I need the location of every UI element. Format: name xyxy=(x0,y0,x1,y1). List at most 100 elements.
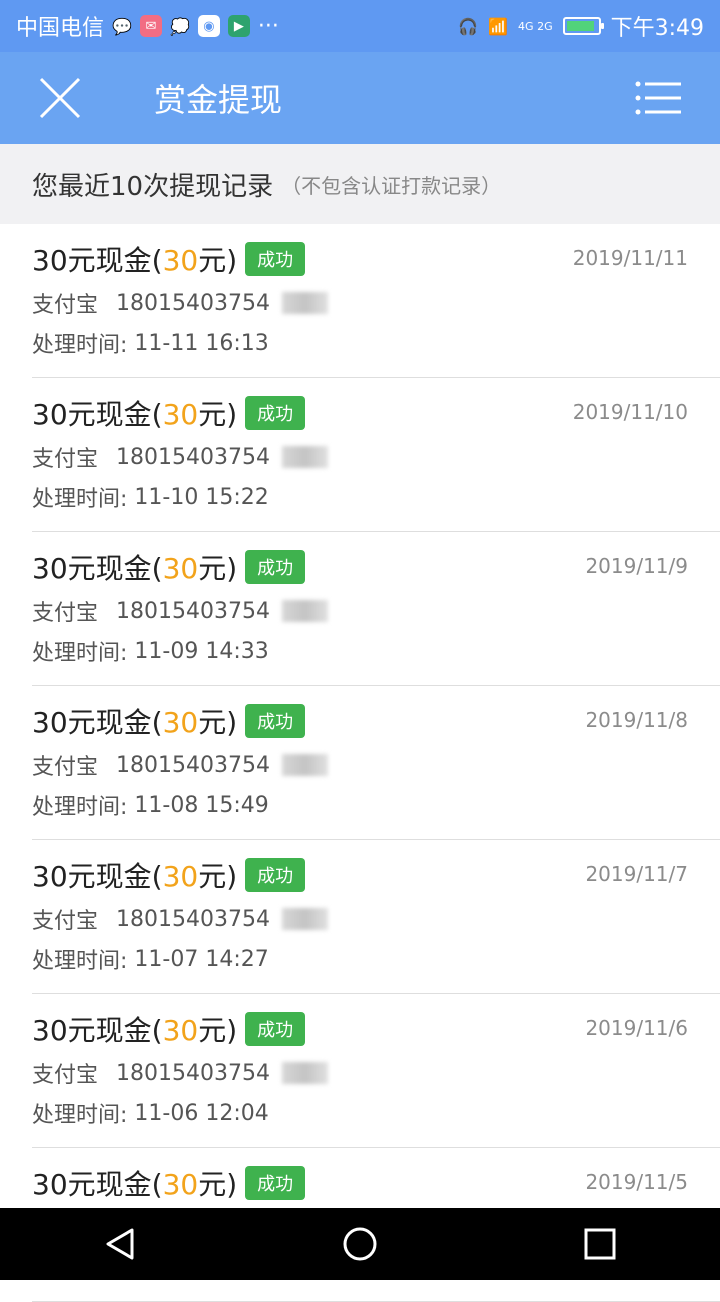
status-badge: 成功 xyxy=(245,550,306,584)
amount-paren: ( xyxy=(151,552,163,585)
battery-icon xyxy=(562,17,604,35)
amount-value: 30 xyxy=(162,1014,199,1047)
withdraw-record[interactable]: 30元现金(30元) 成功 2019/11/11 支付宝 18015403754… xyxy=(0,224,720,378)
record-amount: 30元现金(30元) xyxy=(32,855,237,895)
payment-method: 支付宝 xyxy=(32,1063,99,1088)
nav-back-icon xyxy=(106,1228,134,1260)
withdraw-record[interactable]: 30元现金(30元) 成功 2019/11/9 支付宝 18015403754 … xyxy=(0,532,720,686)
record-date: 2019/11/11 xyxy=(572,246,688,270)
redacted-name xyxy=(281,446,328,468)
record-time-row: 处理时间: 11-07 14:27 xyxy=(32,944,720,975)
amount-paren: ( xyxy=(151,398,163,431)
account-number: 18015403754 xyxy=(116,752,270,778)
carrier-name: 中国电信 xyxy=(16,16,105,41)
record-date: 2019/11/9 xyxy=(585,554,688,578)
record-date: 2019/11/5 xyxy=(585,1170,688,1194)
amount-paren: ( xyxy=(151,1168,163,1201)
withdraw-record-list: 30元现金(30元) 成功 2019/11/11 支付宝 18015403754… xyxy=(0,224,720,1302)
record-account-row: 支付宝 18015403754 xyxy=(32,750,720,780)
process-time: 11-09 14:33 xyxy=(134,638,269,664)
amount-label: 30元现金 xyxy=(32,552,152,585)
withdraw-record[interactable]: 30元现金(30元) 成功 2019/11/7 支付宝 18015403754 … xyxy=(0,840,720,994)
more-notifications: ··· xyxy=(257,13,279,39)
record-amount: 30元现金(30元) xyxy=(32,1009,237,1049)
record-time-row: 处理时间: 11-10 15:22 xyxy=(32,482,720,513)
wifi-icon: 📶 xyxy=(488,16,509,36)
record-amount: 30元现金(30元) xyxy=(32,1163,237,1203)
process-time: 11-11 16:13 xyxy=(134,330,269,356)
amount-unit: 元) xyxy=(198,1168,238,1201)
redacted-name xyxy=(281,600,328,622)
process-time-label: 处理时间: xyxy=(32,795,128,820)
amount-label: 30元现金 xyxy=(32,244,152,277)
record-date: 2019/11/8 xyxy=(585,708,688,732)
network-type: 4G 2G xyxy=(518,19,553,33)
notice-sub: （不包含认证打款记录） xyxy=(281,173,502,198)
amount-unit: 元) xyxy=(198,860,238,893)
record-time-row: 处理时间: 11-06 12:04 xyxy=(32,1098,720,1129)
record-account-row: 支付宝 18015403754 xyxy=(32,904,720,934)
withdraw-record[interactable]: 30元现金(30元) 成功 2019/11/6 支付宝 18015403754 … xyxy=(0,994,720,1148)
close-icon xyxy=(39,77,81,119)
amount-paren: ( xyxy=(151,244,163,277)
amount-unit: 元) xyxy=(198,706,238,739)
video-icon: ▶ xyxy=(227,15,250,37)
menu-button[interactable] xyxy=(628,68,688,128)
process-time-label: 处理时间: xyxy=(32,333,128,358)
account-number: 18015403754 xyxy=(116,290,270,316)
status-bar: 中国电信 💬 ✉ 💭 ◉ ▶ ··· 🎧 📶 4G 2G 下午3:49 xyxy=(0,0,720,52)
records-notice: 您最近10次提现记录 （不包含认证打款记录） xyxy=(0,144,720,224)
record-time-row: 处理时间: 11-11 16:13 xyxy=(32,328,720,359)
status-badge: 成功 xyxy=(245,1012,306,1046)
record-account-row: 支付宝 18015403754 xyxy=(32,288,720,318)
record-amount: 30元现金(30元) xyxy=(32,393,237,433)
redacted-name xyxy=(281,292,328,314)
nav-back-button[interactable] xyxy=(90,1214,150,1274)
process-time: 11-07 14:27 xyxy=(134,946,269,972)
record-amount: 30元现金(30元) xyxy=(32,701,237,741)
record-time-row: 处理时间: 11-09 14:33 xyxy=(32,636,720,667)
amount-label: 30元现金 xyxy=(32,860,152,893)
process-time: 11-10 15:22 xyxy=(134,484,269,510)
status-badge: 成功 xyxy=(245,704,306,738)
amount-unit: 元) xyxy=(198,1014,238,1047)
account-number: 18015403754 xyxy=(116,906,270,932)
payment-method: 支付宝 xyxy=(32,293,99,318)
notice-main: 您最近10次提现记录 xyxy=(32,171,274,202)
payment-method: 支付宝 xyxy=(32,601,99,626)
amount-unit: 元) xyxy=(198,552,238,585)
record-date: 2019/11/6 xyxy=(585,1016,688,1040)
redacted-name xyxy=(281,1062,328,1084)
withdraw-record[interactable]: 30元现金(30元) 成功 2019/11/10 支付宝 18015403754… xyxy=(0,378,720,532)
amount-value: 30 xyxy=(162,398,199,431)
process-time-label: 处理时间: xyxy=(32,1103,128,1128)
record-date: 2019/11/10 xyxy=(572,400,688,424)
amount-unit: 元) xyxy=(198,398,238,431)
withdraw-record[interactable]: 30元现金(30元) 成功 2019/11/8 支付宝 18015403754 … xyxy=(0,686,720,840)
status-time: 下午3:49 xyxy=(610,16,704,41)
close-button[interactable] xyxy=(30,68,90,128)
payment-method: 支付宝 xyxy=(32,447,99,472)
wechat-icon: 💬 xyxy=(112,16,132,36)
amount-value: 30 xyxy=(162,860,199,893)
amount-value: 30 xyxy=(162,244,199,277)
status-badge: 成功 xyxy=(245,1166,306,1200)
record-account-row: 支付宝 18015403754 xyxy=(32,1058,720,1088)
record-account-row: 支付宝 18015403754 xyxy=(32,596,720,626)
amount-label: 30元现金 xyxy=(32,706,152,739)
record-time-row: 处理时间: 11-08 15:49 xyxy=(32,790,720,821)
amount-value: 30 xyxy=(162,1168,199,1201)
message-icon: 💭 xyxy=(169,16,190,36)
status-badge: 成功 xyxy=(245,242,306,276)
amount-paren: ( xyxy=(151,860,163,893)
payment-method: 支付宝 xyxy=(32,909,99,934)
record-amount: 30元现金(30元) xyxy=(32,547,237,587)
record-account-row: 支付宝 18015403754 xyxy=(32,442,720,472)
process-time-label: 处理时间: xyxy=(32,487,128,512)
system-navigation-bar xyxy=(0,1208,720,1280)
page-title: 赏金提现 xyxy=(154,81,283,119)
redacted-name xyxy=(281,908,328,930)
nav-recent-button[interactable] xyxy=(570,1214,630,1274)
status-badge: 成功 xyxy=(245,858,306,892)
nav-home-button[interactable] xyxy=(330,1214,390,1274)
